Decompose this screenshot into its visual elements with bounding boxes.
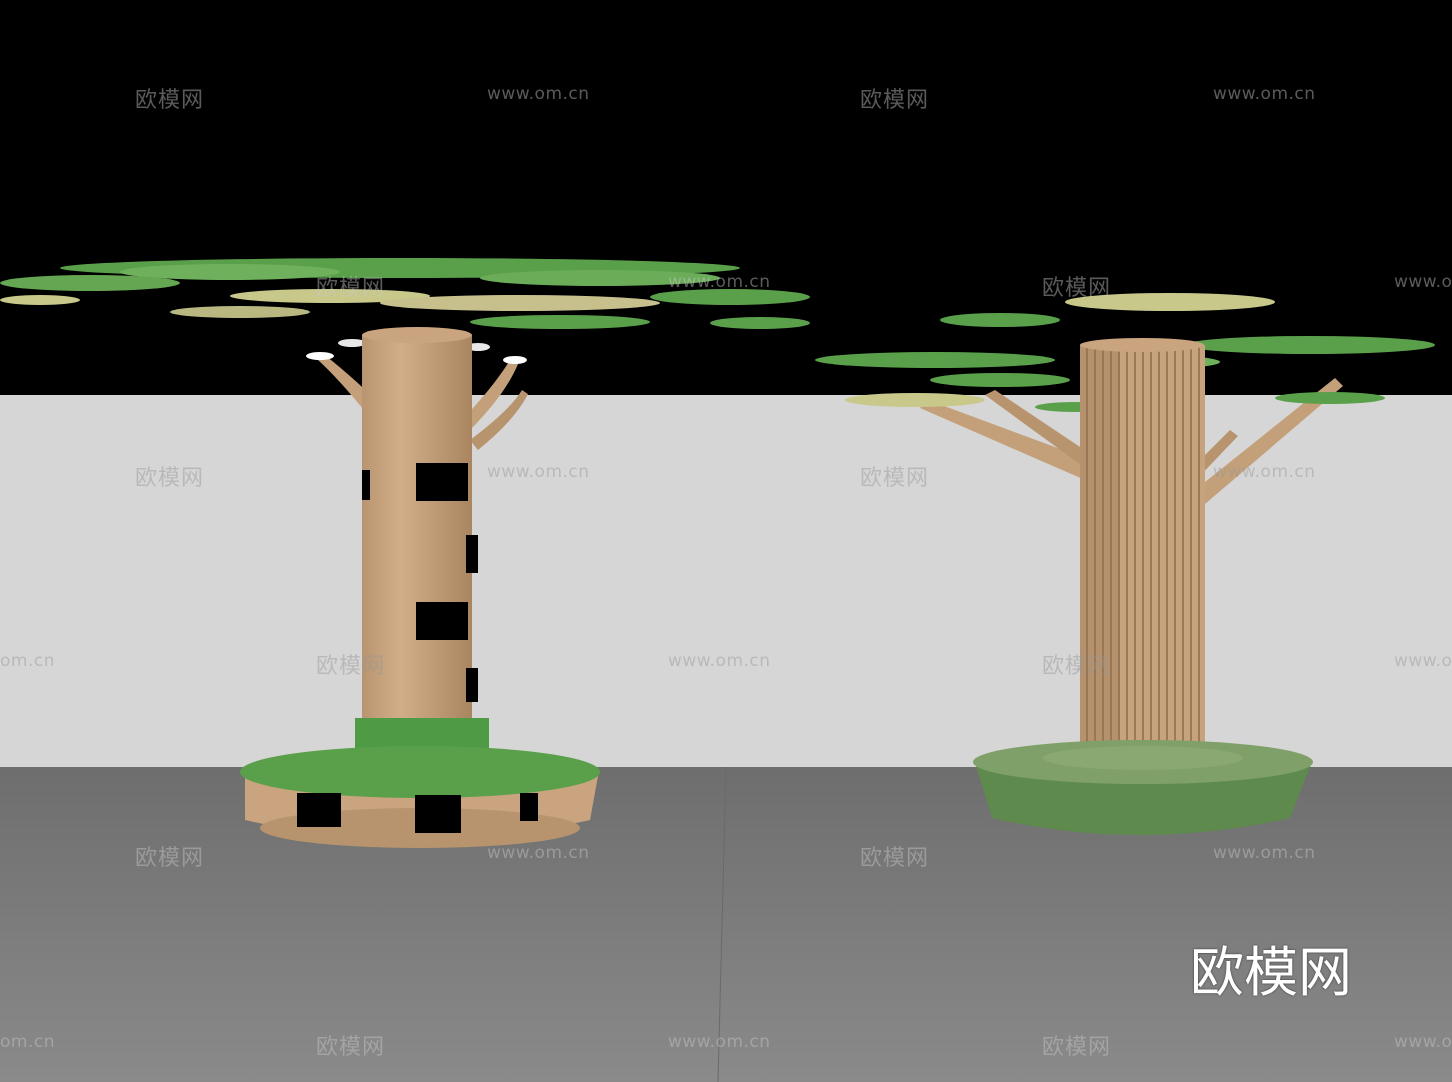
left-shelf-opening (466, 668, 478, 702)
left-branch-cap (306, 352, 334, 360)
left-canopy-disc (470, 315, 650, 329)
right-canopy-disc (930, 373, 1070, 387)
right-canopy-disc (940, 313, 1060, 327)
left-base-opening (297, 793, 341, 827)
right-canopy-disc (1275, 392, 1385, 404)
sky-backdrop (0, 0, 1452, 395)
right-trunk-shade (1080, 345, 1120, 760)
right-canopy-disc (1065, 293, 1275, 311)
left-shelf-opening (416, 602, 468, 640)
render-viewport: 欧模网 www.om.cn 欧模网 www.om.cn 欧模网 www.om.c… (0, 0, 1452, 1082)
right-canopy-disc (815, 352, 1055, 368)
left-shelf-opening (466, 535, 478, 573)
scene-canvas (0, 0, 1452, 1082)
brand-logo: 欧模网 (1190, 941, 1352, 1004)
left-canopy-disc (710, 317, 810, 329)
left-trunk-top (362, 327, 472, 343)
left-branch-cap (503, 356, 527, 364)
left-base-opening (520, 793, 538, 821)
right-planter-soil (1043, 746, 1243, 770)
right-canopy-disc (1185, 336, 1435, 354)
left-trunk (362, 335, 472, 725)
left-base-opening (415, 795, 461, 833)
left-canopy-disc (380, 295, 660, 311)
left-canopy-disc (480, 270, 720, 286)
wall-backdrop (0, 395, 1452, 767)
left-canopy-disc (650, 289, 810, 305)
left-canopy-disc (0, 295, 80, 305)
right-canopy-disc (845, 393, 985, 407)
right-trunk-top (1080, 338, 1204, 352)
left-base-top (240, 746, 600, 798)
left-branch-cap (338, 339, 366, 347)
left-shelf-opening (416, 463, 468, 501)
left-canopy-disc (0, 275, 180, 291)
left-shelf-opening (362, 470, 370, 500)
left-canopy-disc (170, 306, 310, 318)
